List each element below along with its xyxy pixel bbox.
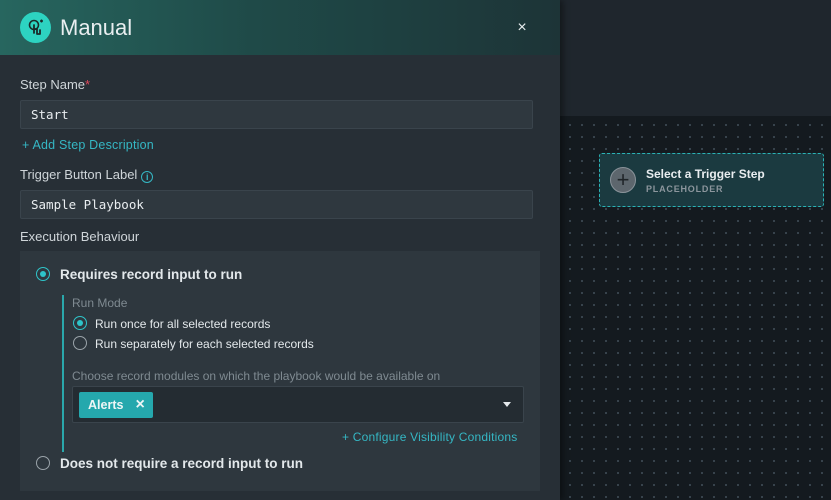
info-icon[interactable]: i (141, 171, 154, 183)
run-once-label[interactable]: Run once for all selected records (95, 317, 270, 331)
trigger-card-subtitle: PLACEHOLDER (646, 183, 724, 194)
run-once-radio[interactable] (73, 316, 87, 330)
add-step-description-link[interactable]: + Add Step Description (22, 138, 154, 152)
not-requires-input-label[interactable]: Does not require a record input to run (60, 456, 303, 471)
trigger-button-label: Trigger Button Label i (20, 167, 154, 183)
step-config-panel: Manual × Step Name* Start + Add Step Des… (0, 0, 560, 500)
step-name-label: Step Name* (20, 77, 90, 92)
module-tag-label: Alerts (88, 398, 124, 412)
close-icon[interactable]: × (513, 19, 531, 37)
configure-visibility-link[interactable]: + Configure Visibility Conditions (342, 430, 517, 444)
record-modules-select[interactable]: Alerts × (72, 386, 524, 423)
not-requires-input-radio[interactable] (36, 456, 50, 470)
trigger-button-label-text: Trigger Button Label (20, 167, 138, 182)
required-marker: * (85, 77, 91, 92)
trigger-step-placeholder[interactable]: + Select a Trigger Step PLACEHOLDER (599, 153, 824, 207)
run-separately-label[interactable]: Run separately for each selected records (95, 337, 314, 351)
module-tag-alerts: Alerts × (79, 392, 153, 418)
panel-title: Manual (60, 15, 133, 40)
requires-input-label[interactable]: Requires record input to run (60, 267, 242, 282)
execution-behaviour-label: Execution Behaviour (20, 229, 140, 244)
touch-icon (20, 12, 51, 43)
step-name-label-text: Step Name (20, 77, 86, 92)
canvas-toolbar-area (560, 0, 831, 116)
run-mode-indent-bar (62, 295, 64, 452)
requires-input-radio[interactable] (36, 267, 50, 281)
run-mode-label: Run Mode (72, 296, 128, 310)
chevron-down-icon[interactable] (503, 402, 511, 407)
step-name-input[interactable]: Start (20, 100, 533, 129)
remove-tag-icon[interactable]: × (135, 397, 144, 413)
choose-modules-label: Choose record modules on which the playb… (72, 369, 441, 383)
trigger-button-input[interactable]: Sample Playbook (20, 190, 533, 219)
run-separately-radio[interactable] (73, 336, 87, 350)
panel-header: Manual × (0, 0, 560, 55)
trigger-card-title: Select a Trigger Step (646, 166, 765, 181)
add-icon[interactable]: + (610, 167, 636, 193)
